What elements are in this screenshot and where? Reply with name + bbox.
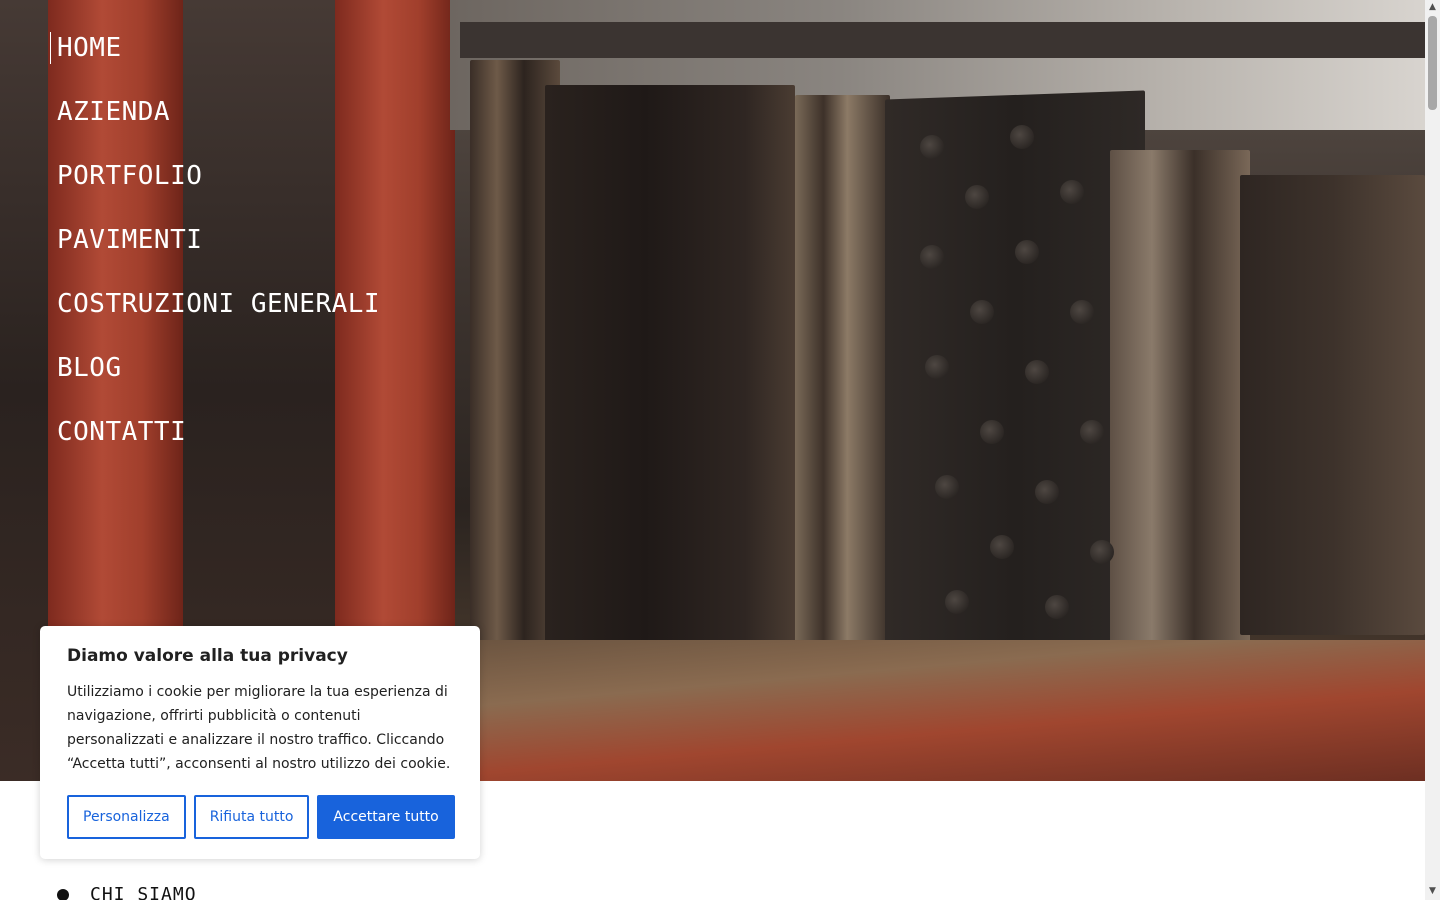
bullet-icon [57, 888, 69, 900]
page: HOME AZIENDA PORTFOLIO PAVIMENTI COSTRUZ… [0, 0, 1425, 900]
menu-link-pavimenti[interactable]: PAVIMENTI [57, 220, 202, 260]
reject-all-button[interactable]: Rifiuta tutto [193, 795, 310, 839]
menu-link-azienda[interactable]: AZIENDA [57, 92, 170, 132]
focus-caret [50, 32, 51, 64]
menu-item-portfolio[interactable]: PORTFOLIO [57, 156, 380, 220]
menu-item-home[interactable]: HOME [57, 28, 380, 92]
menu-link-blog[interactable]: BLOG [57, 348, 122, 388]
cookie-actions: Personalizza Rifiuta tutto Accettare tut… [67, 795, 455, 839]
menu-item-costruzioni-generali[interactable]: COSTRUZIONI GENERALI [57, 284, 380, 348]
section-label[interactable]: CHI SIAMO [90, 884, 197, 900]
section-nav-chi-siamo[interactable]: CHI SIAMO [57, 884, 197, 900]
menu-item-azienda[interactable]: AZIENDA [57, 92, 380, 156]
scrollbar-thumb[interactable] [1428, 16, 1437, 110]
customize-button[interactable]: Personalizza [67, 795, 186, 839]
menu-item-blog[interactable]: BLOG [57, 348, 380, 412]
accept-all-button[interactable]: Accettare tutto [317, 795, 455, 839]
cookie-title: Diamo valore alla tua privacy [67, 646, 348, 666]
main-menu: HOME AZIENDA PORTFOLIO PAVIMENTI COSTRUZ… [57, 28, 380, 476]
menu-link-contatti[interactable]: CONTATTI [57, 412, 186, 452]
menu-item-contatti[interactable]: CONTATTI [57, 412, 380, 476]
menu-link-home[interactable]: HOME [57, 28, 122, 68]
cookie-text: Utilizziamo i cookie per migliorare la t… [67, 684, 451, 772]
vertical-scrollbar[interactable]: ▲ ▼ [1425, 0, 1440, 900]
menu-link-costruzioni-generali[interactable]: COSTRUZIONI GENERALI [57, 284, 380, 324]
triangle-up-icon[interactable]: ▲ [1425, 0, 1440, 15]
menu-link-portfolio[interactable]: PORTFOLIO [57, 156, 202, 196]
triangle-down-icon[interactable]: ▼ [1425, 884, 1440, 899]
cookie-consent-banner: Diamo valore alla tua privacy Utilizziam… [40, 626, 480, 859]
menu-item-pavimenti[interactable]: PAVIMENTI [57, 220, 380, 284]
